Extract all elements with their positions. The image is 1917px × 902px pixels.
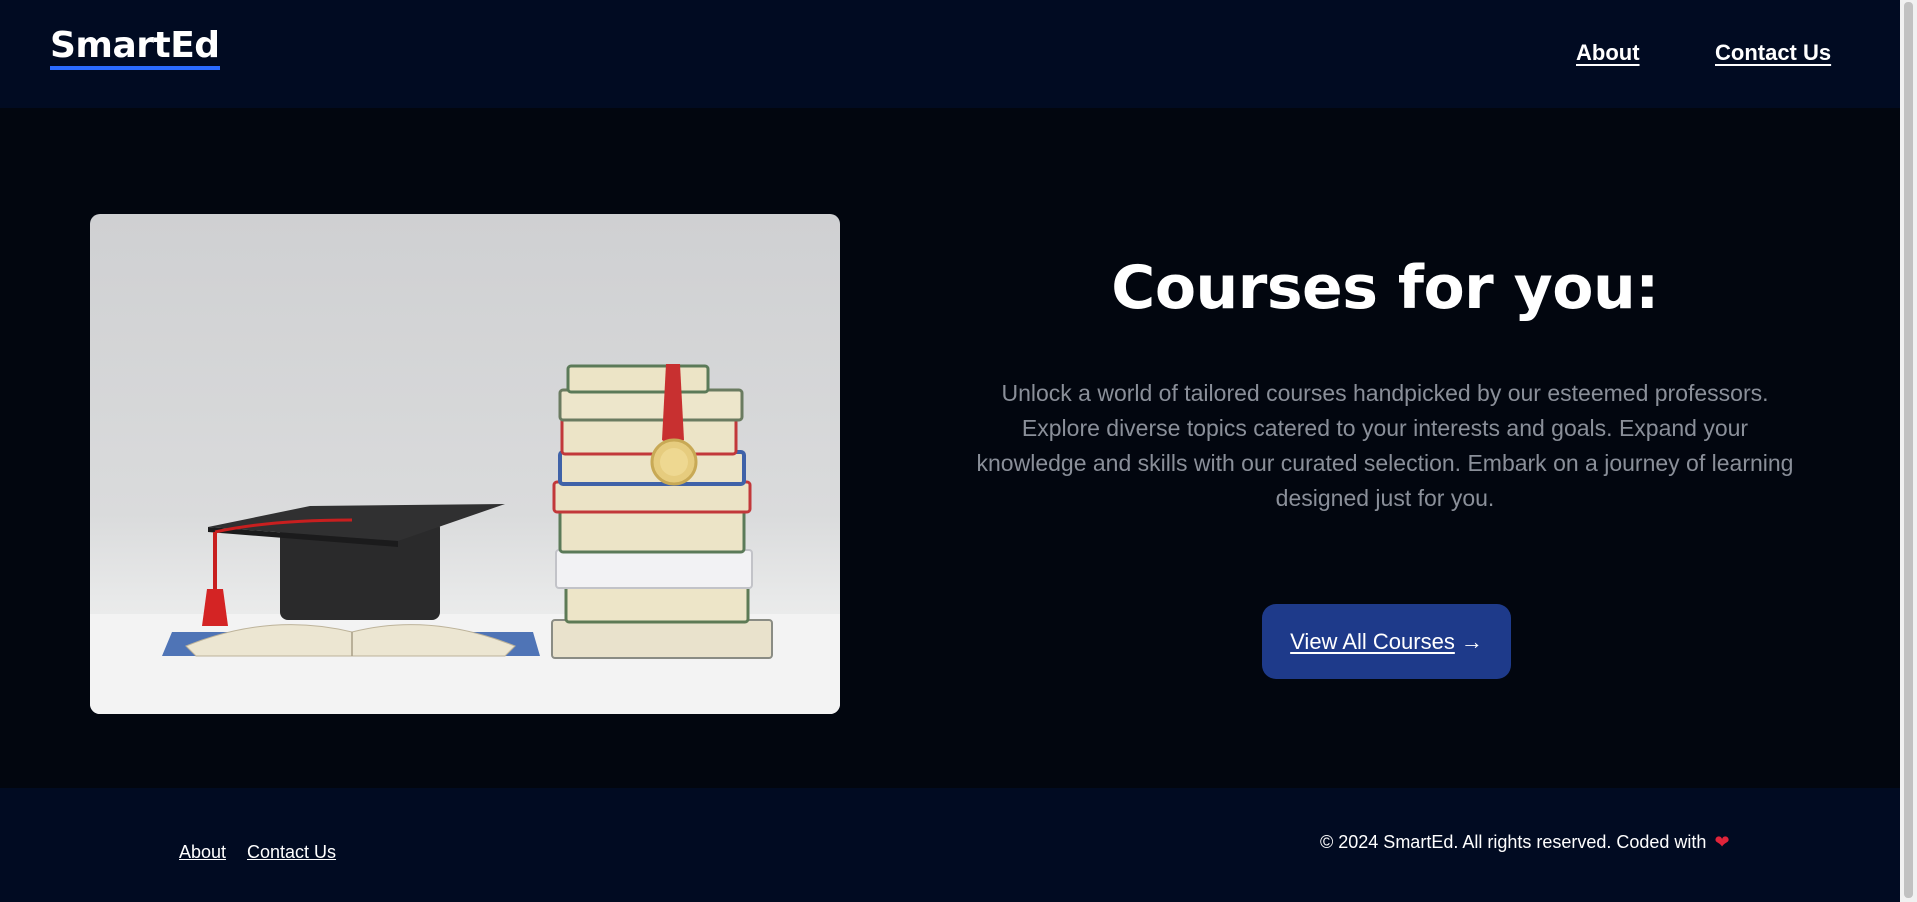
scrollbar-thumb[interactable] (1904, 2, 1913, 898)
hero-description: Unlock a world of tailored courses handp… (976, 380, 1794, 511)
heart-icon: ❤ (1714, 832, 1730, 852)
view-all-courses-label: View All Courses (1290, 628, 1455, 654)
footer-about-link[interactable]: About (179, 842, 226, 863)
hero-section: Courses for you: Unlock a world of tailo… (0, 108, 1900, 788)
site-footer: About Contact Us © 2024 SmartEd. All rig… (0, 788, 1900, 902)
view-all-courses-button[interactable]: View All Courses → (1262, 604, 1511, 679)
vertical-scrollbar[interactable] (1900, 0, 1917, 902)
site-header: SmartEd About Contact Us (0, 0, 1900, 108)
footer-contact-link[interactable]: Contact Us (247, 842, 336, 863)
copyright: © 2024 SmartEd. All rights reserved. Cod… (1320, 832, 1730, 853)
hero-image (90, 214, 840, 714)
graduation-books-illustration (90, 364, 840, 714)
copyright-text: © 2024 SmartEd. All rights reserved. Cod… (1320, 832, 1707, 852)
logo[interactable]: SmartEd (50, 26, 220, 70)
nav-about-link[interactable]: About (1576, 40, 1640, 66)
arrow-right-icon: → (1460, 628, 1483, 654)
page-title: Courses for you: (1111, 253, 1659, 323)
nav-contact-link[interactable]: Contact Us (1715, 40, 1831, 66)
